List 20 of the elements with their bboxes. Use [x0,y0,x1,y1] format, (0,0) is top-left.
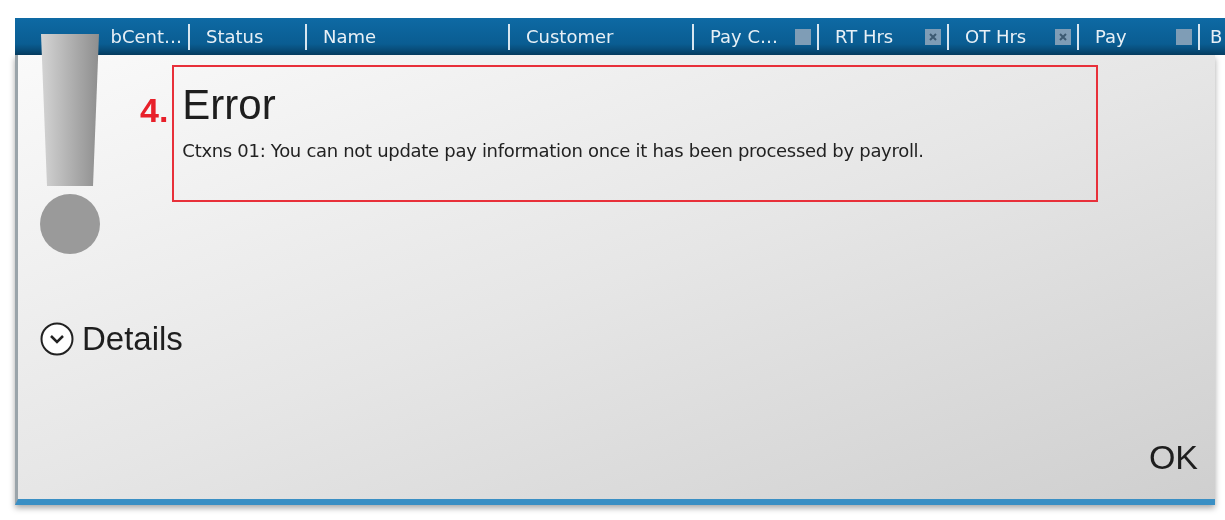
filter-square-icon[interactable] [795,28,811,45]
exclamation-icon [39,34,101,254]
column-header[interactable]: Pay C… [710,26,779,47]
dialog-title: Error [182,80,277,130]
clear-filter-icon[interactable] [925,28,941,45]
error-message: Ctxns 01: You can not update pay information once it has been processed by payroll. [182,140,925,161]
step-number: 4. [140,91,169,130]
details-toggle[interactable]: Details [40,320,183,358]
clear-filter-icon[interactable] [1055,28,1071,45]
column-header[interactable]: B [1210,26,1223,47]
column-header[interactable]: bCent… [110,26,182,47]
column-header[interactable]: RT Hrs [835,26,894,47]
column-header[interactable]: Name [323,26,377,47]
filter-square-icon[interactable] [1176,28,1192,45]
ok-button[interactable]: OK [1148,438,1198,477]
column-header[interactable]: Status [206,26,264,47]
column-header[interactable]: OT Hrs [965,26,1027,47]
expand-chevron-icon [40,322,74,356]
column-header[interactable]: Pay [1095,26,1127,47]
column-header[interactable]: Customer [526,26,614,47]
